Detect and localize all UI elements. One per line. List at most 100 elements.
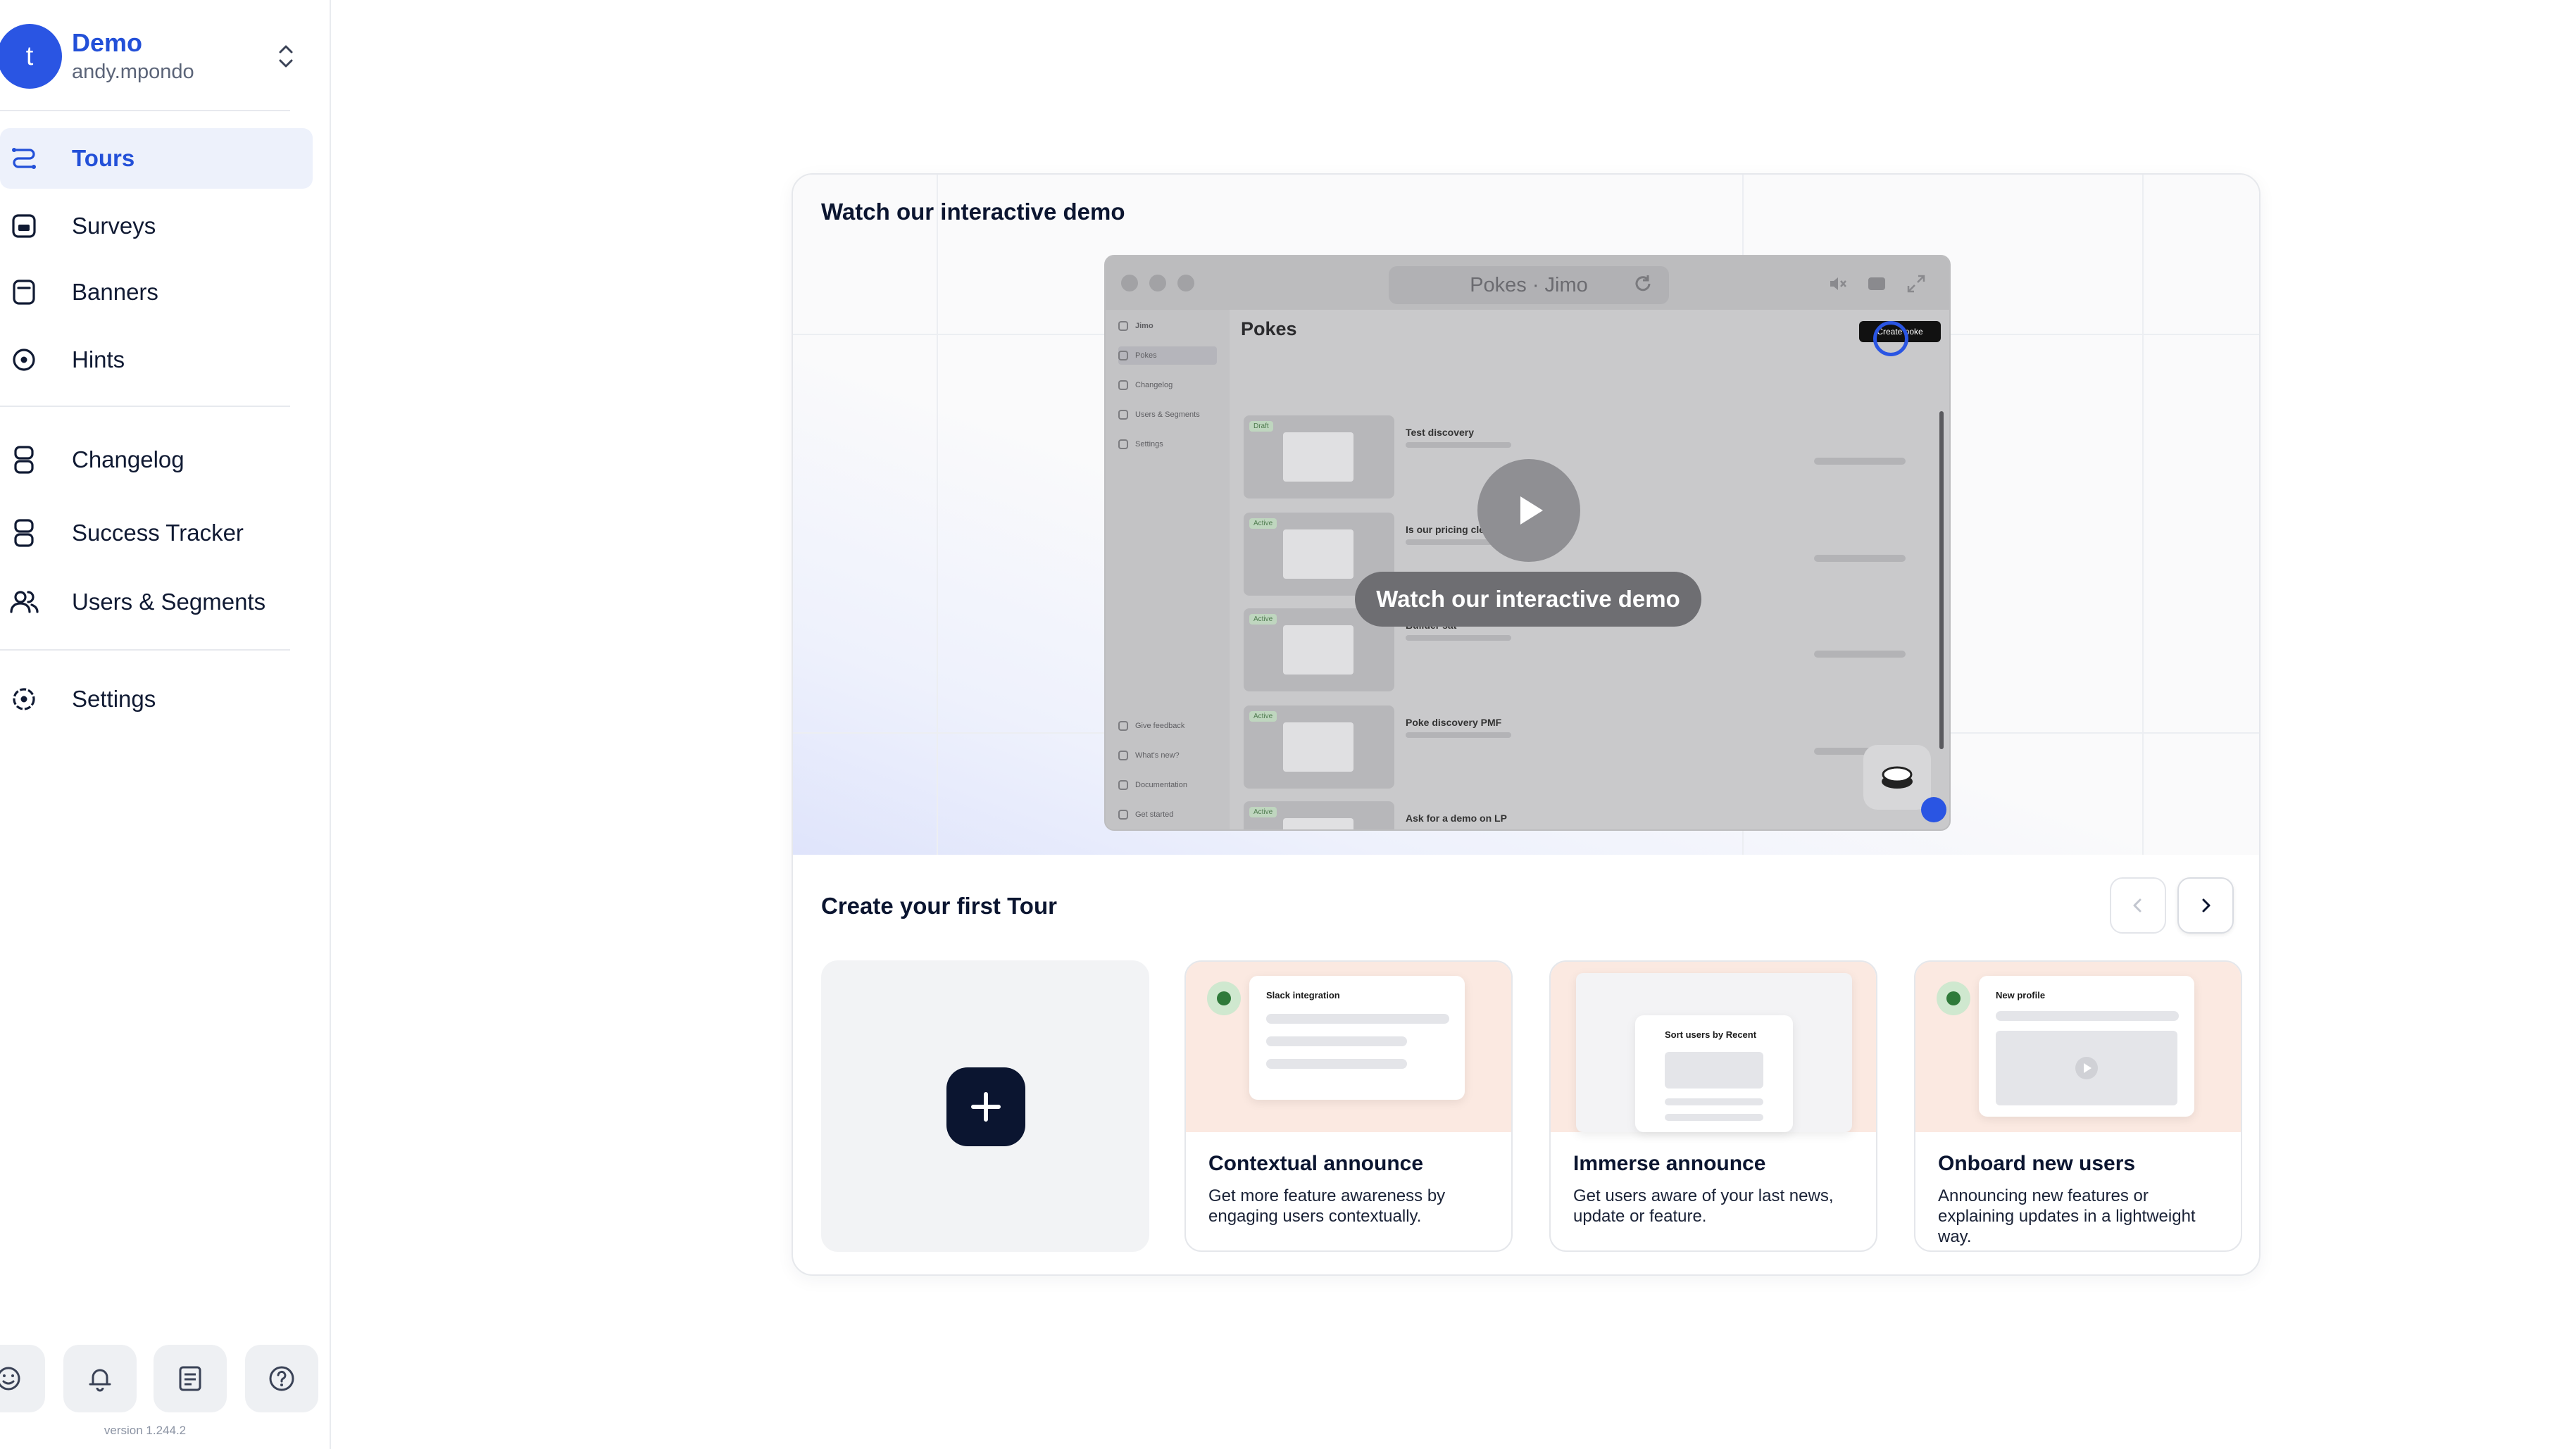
template-preview: Sort users by Recent bbox=[1551, 962, 1876, 1132]
preview-card: Slack integration bbox=[1249, 976, 1465, 1100]
hotspot-icon bbox=[1937, 981, 1970, 1015]
video-side-item: Documentation bbox=[1118, 776, 1217, 794]
help-button[interactable] bbox=[245, 1345, 318, 1412]
video-sidebar: Jimo Pokes Changelog Users & Segments Se… bbox=[1106, 310, 1230, 829]
video-side-item: Users & Segments bbox=[1118, 406, 1217, 424]
template-tile-onboard[interactable]: New profile Onboard new users Announcing… bbox=[1914, 960, 2242, 1252]
preview-card: New profile bbox=[1979, 976, 2194, 1117]
sidebar-item-label: Success Tracker bbox=[72, 520, 244, 546]
refresh-icon bbox=[1635, 275, 1651, 291]
sidebar-item-label: Banners bbox=[72, 279, 158, 305]
fullscreen-icon[interactable] bbox=[1906, 273, 1927, 294]
video-row: Active Ask for a demo on LP bbox=[1244, 801, 1934, 829]
sidebar-item-tours[interactable]: Tours bbox=[0, 128, 313, 189]
template-name: Contextual announce bbox=[1208, 1152, 1424, 1175]
sidebar-item-label: Settings bbox=[72, 686, 156, 712]
preview-modal: Sort users by Recent bbox=[1635, 1015, 1793, 1132]
gear-icon bbox=[13, 688, 35, 710]
template-tile-immerse[interactable]: Sort users by Recent Immerse announce Ge… bbox=[1549, 960, 1877, 1252]
video-url: Pokes · Jimo bbox=[1389, 266, 1669, 304]
sidebar-item-users-segments[interactable]: Users & Segments bbox=[0, 572, 313, 632]
sidebar-item-hints[interactable]: Hints bbox=[0, 330, 313, 390]
play-icon bbox=[1520, 496, 1543, 525]
watch-demo-label[interactable]: Watch our interactive demo bbox=[1355, 572, 1701, 627]
template-preview: Slack integration bbox=[1186, 962, 1511, 1132]
sidebar-item-changelog[interactable]: Changelog bbox=[0, 429, 313, 490]
template-name: Immerse announce bbox=[1573, 1152, 1766, 1175]
play-button[interactable] bbox=[1477, 459, 1580, 562]
demo-title: Watch our interactive demo bbox=[821, 199, 1125, 225]
new-tour-tile[interactable] bbox=[821, 960, 1149, 1252]
smile-icon bbox=[0, 1367, 20, 1391]
workspace-name: Demo bbox=[72, 28, 143, 57]
help-icon bbox=[269, 1366, 294, 1391]
template-description: Get users aware of your last news, updat… bbox=[1573, 1186, 1834, 1226]
hotspot-icon bbox=[1207, 981, 1241, 1015]
plus-icon bbox=[971, 1092, 1001, 1122]
sidebar-item-success-tracker[interactable]: Success Tracker bbox=[0, 503, 313, 563]
add-tour-button[interactable] bbox=[946, 1067, 1025, 1146]
sidebar-item-surveys[interactable]: Surveys bbox=[0, 196, 313, 256]
banner-icon bbox=[13, 280, 35, 305]
video-page-title: Pokes bbox=[1241, 318, 1297, 339]
version-label: version 1.244.2 bbox=[104, 1424, 187, 1437]
video-row: Active Poke discovery PMF bbox=[1244, 705, 1934, 794]
docs-button[interactable] bbox=[154, 1345, 227, 1412]
sidebar-item-banners[interactable]: Banners bbox=[0, 262, 313, 322]
template-description: Get more feature awareness by engaging u… bbox=[1208, 1186, 1446, 1226]
video-highlight-ring bbox=[1873, 321, 1908, 356]
window-dot bbox=[1121, 275, 1138, 291]
sidebar-item-label: Changelog bbox=[72, 446, 185, 472]
mute-icon[interactable] bbox=[1827, 273, 1848, 294]
workspace-avatar: t bbox=[0, 24, 62, 89]
video-side-item: Pokes bbox=[1118, 346, 1217, 365]
widget-icon bbox=[1882, 766, 1913, 789]
workspace-switcher[interactable]: t Demo andy.mpondo bbox=[0, 21, 310, 92]
video-brand: Jimo bbox=[1118, 317, 1217, 335]
sidebar-item-label: Tours bbox=[72, 145, 135, 171]
captions-icon[interactable] bbox=[1866, 273, 1887, 294]
changelog-icon bbox=[14, 446, 34, 474]
video-row: Draft Test discovery bbox=[1244, 415, 1934, 504]
template-preview: New profile bbox=[1915, 962, 2241, 1132]
sidebar-divider bbox=[0, 649, 290, 651]
demo-video[interactable]: Pokes · Jimo Jimo Pokes Changelog Users … bbox=[1104, 255, 1951, 831]
carousel-prev-button[interactable] bbox=[2110, 877, 2166, 934]
document-icon bbox=[179, 1366, 201, 1391]
sidebar-divider bbox=[0, 110, 290, 111]
video-side-item: Get started bbox=[1118, 805, 1217, 824]
sidebar-item-label: Users & Segments bbox=[72, 589, 266, 615]
bell-icon bbox=[89, 1369, 111, 1392]
video-scrollbar bbox=[1939, 411, 1944, 749]
template-tile-contextual[interactable]: Slack integration Contextual announce Ge… bbox=[1184, 960, 1513, 1252]
video-side-item: Changelog bbox=[1118, 376, 1217, 394]
feedback-button[interactable] bbox=[0, 1345, 45, 1412]
survey-icon bbox=[12, 214, 36, 238]
window-dot bbox=[1177, 275, 1194, 291]
video-browser-bar: Pokes · Jimo bbox=[1106, 256, 1949, 310]
workspace-user: andy.mpondo bbox=[72, 61, 194, 83]
template-name: Onboard new users bbox=[1938, 1152, 2136, 1175]
video-widget-bubble bbox=[1863, 745, 1931, 810]
video-side-item: Settings bbox=[1118, 435, 1217, 453]
sidebar-item-settings[interactable]: Settings bbox=[0, 669, 313, 729]
notifications-button[interactable] bbox=[63, 1345, 137, 1412]
window-dot bbox=[1149, 275, 1166, 291]
demo-section: Watch our interactive demo Pokes · Jimo bbox=[793, 175, 2259, 855]
template-description: Announcing new features or explaining up… bbox=[1938, 1186, 2196, 1246]
chevron-left-icon bbox=[2133, 898, 2142, 912]
tracker-icon bbox=[14, 519, 34, 547]
create-tour-title: Create your first Tour bbox=[821, 893, 1057, 919]
grid-line bbox=[2142, 175, 2144, 855]
target-icon bbox=[13, 349, 35, 371]
route-icon bbox=[12, 148, 36, 169]
sidebar-item-label: Hints bbox=[72, 346, 125, 372]
onboarding-card: Watch our interactive demo Pokes · Jimo bbox=[792, 173, 2261, 1276]
video-widget-badge bbox=[1921, 797, 1946, 822]
sidebar-item-label: Surveys bbox=[72, 213, 156, 239]
chevron-right-icon bbox=[2202, 898, 2211, 912]
sidebar: t Demo andy.mpondo Tours Surveys Banners… bbox=[0, 0, 331, 1449]
grid-line bbox=[937, 175, 938, 855]
chevron-up-down-icon[interactable] bbox=[273, 41, 299, 72]
carousel-next-button[interactable] bbox=[2177, 877, 2234, 934]
